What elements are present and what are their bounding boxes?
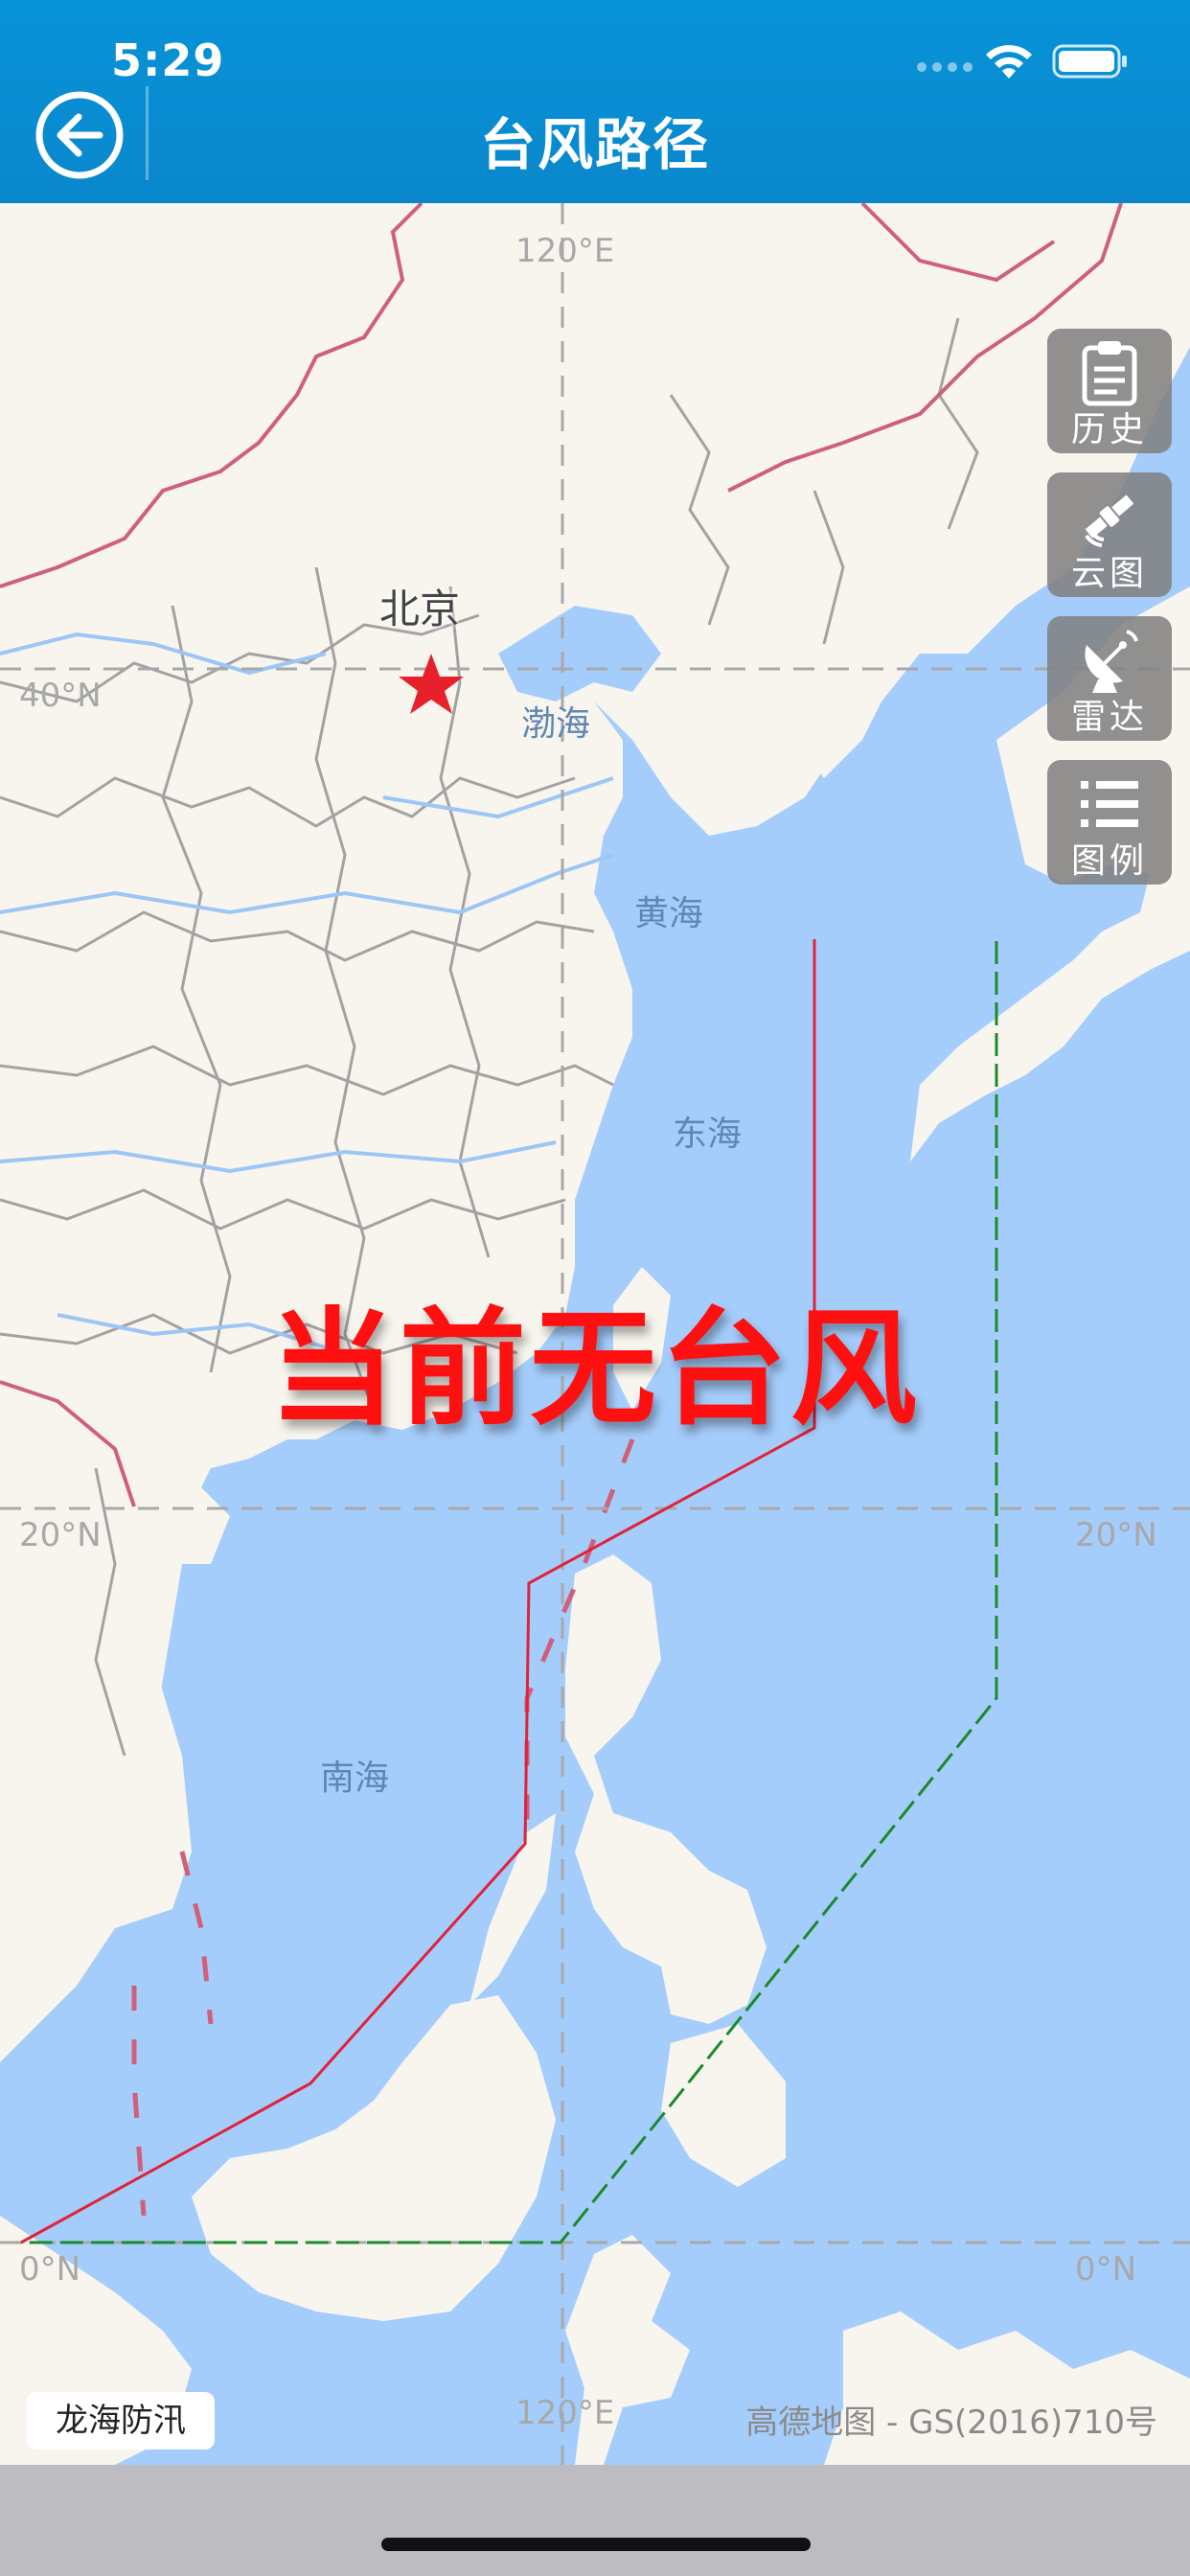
land-palawan	[469, 1813, 556, 2005]
sea-label-bohai: 渤海	[521, 704, 591, 744]
latitude-label-40n: 40°N	[19, 677, 102, 715]
app-header: 5:29 台风路径	[0, 0, 1190, 203]
longitude-label-bottom: 120°E	[515, 2394, 615, 2432]
history-button[interactable]: 历史	[1047, 329, 1172, 453]
clipboard-icon	[1082, 341, 1137, 406]
city-label-beijing: 北京	[379, 586, 461, 632]
sea-label-yellow-sea: 黄海	[634, 894, 704, 933]
cloud-image-button[interactable]: 云图	[1047, 472, 1172, 597]
list-icon	[1081, 781, 1138, 827]
page-title: 台风路径	[479, 112, 710, 177]
home-indicator[interactable]	[381, 2538, 811, 2551]
land-philippines	[565, 1554, 767, 2024]
longitude-label-top: 120°E	[515, 232, 615, 270]
satellite-icon	[1085, 494, 1134, 547]
radar-button-label: 雷达	[1070, 698, 1148, 737]
legend-button[interactable]: 图例	[1047, 760, 1172, 885]
land-borneo	[192, 1995, 556, 2321]
map-copyright: 高德地图 - GS(2016)710号	[745, 2404, 1157, 2442]
source-badge: 龙海防汛	[27, 2392, 215, 2450]
latitude-label-20n-right: 20°N	[1075, 1516, 1157, 1554]
land-mindanao	[661, 2024, 786, 2187]
status-time: 5:29	[111, 34, 225, 86]
radar-button[interactable]: 雷达	[1047, 616, 1172, 741]
no-typhoon-message: 当前无台风	[269, 1296, 921, 1443]
sea-label-east-sea: 东海	[673, 1115, 743, 1154]
latitude-label-0n-left: 0°N	[19, 2250, 81, 2288]
radar-dish-icon	[1085, 630, 1138, 693]
legend-button-label: 图例	[1070, 841, 1148, 881]
cloud-image-button-label: 云图	[1070, 554, 1148, 593]
sea-label-south-sea: 南海	[320, 1759, 390, 1798]
battery-icon	[1052, 44, 1127, 79]
history-button-label: 历史	[1070, 410, 1148, 449]
latitude-label-0n-right: 0°N	[1075, 2250, 1137, 2288]
wifi-icon	[986, 45, 1032, 79]
signal-icon	[917, 62, 973, 72]
latitude-label-20n-left: 20°N	[19, 1516, 102, 1554]
typhoon-map[interactable]: 120°E 120°E 40°N 20°N 20°N 0°N 0°N 北京 渤海…	[0, 203, 1190, 2465]
